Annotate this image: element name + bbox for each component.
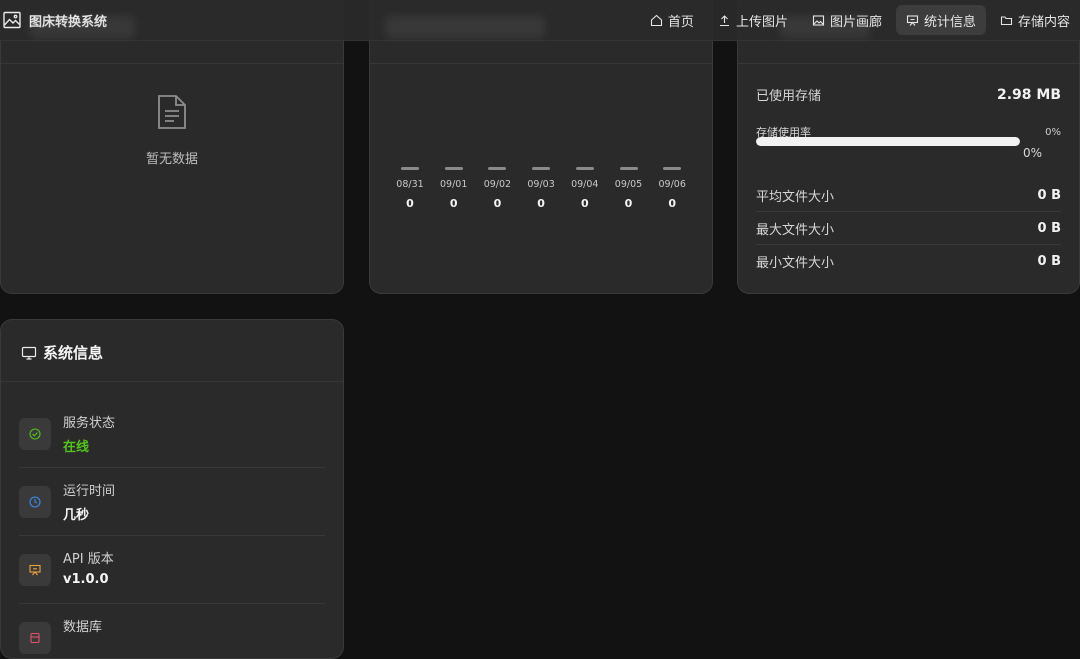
- trend-bar: [575, 167, 594, 170]
- trend-bar: [488, 167, 507, 170]
- storage-card: 已使用存储 2.98 MB 存储使用率 0% 0% 平均文件大小 0 B 最大文…: [737, 0, 1080, 294]
- trend-day-column: 09/01 0: [434, 167, 474, 210]
- system-info-card: 系统信息 服务状态 在线 运行时间 几秒 API 版本 v1.0.0 数据库: [0, 319, 344, 659]
- trend-day-column: 09/05 0: [609, 167, 649, 210]
- trend-date-label: 09/05: [614, 179, 643, 190]
- nav-stats-label: 统计信息: [923, 14, 976, 30]
- nav-stats[interactable]: 统计信息: [895, 5, 986, 35]
- trend-day-column: 09/02 0: [477, 167, 517, 210]
- trend-bar: [401, 167, 419, 170]
- nav-storage[interactable]: 存储内容: [990, 5, 1080, 35]
- document-icon: [156, 94, 188, 130]
- used-storage-label: 已使用存储: [756, 89, 822, 104]
- usage-progress-fill: [756, 137, 1020, 146]
- used-storage-value: 2.98 MB: [996, 86, 1061, 103]
- uptime-icon-box: [19, 486, 51, 518]
- trend-count-value: 0: [406, 197, 414, 210]
- trend-day-column: 08/31 0: [390, 167, 430, 210]
- trend-count-value: 0: [668, 197, 677, 210]
- usage-progress-text: 0%: [1023, 146, 1043, 160]
- nav-links: 首页 上传图片 图片画廊 统计信息 存储内容: [636, 0, 1080, 40]
- trend-bar: [444, 167, 463, 170]
- trend-count-value: 0: [449, 197, 458, 210]
- system-info-header: 系统信息: [21, 342, 103, 363]
- trend-bar: [663, 167, 682, 170]
- stats-icon: [906, 14, 919, 27]
- nav-home[interactable]: 首页: [640, 5, 704, 35]
- uptime-item: 运行时间 几秒: [19, 468, 325, 536]
- database-label: 数据库: [63, 620, 103, 635]
- min-size-label: 最小文件大小: [756, 256, 835, 271]
- card-divider: [738, 63, 1079, 64]
- api-icon: [29, 561, 41, 580]
- avg-size-label: 平均文件大小: [756, 190, 835, 205]
- trend-bar: [619, 167, 638, 170]
- trend-day-column: 09/04 0: [565, 167, 605, 210]
- trend-date-label: 09/04: [571, 179, 599, 190]
- trend-count-value: 0: [537, 197, 545, 210]
- api-version-item: API 版本 v1.0.0: [19, 536, 325, 604]
- database-item: 数据库: [19, 604, 325, 658]
- database-icon-box: [19, 622, 51, 654]
- service-status-label: 服务状态: [63, 416, 116, 431]
- nav-storage-label: 存储内容: [1017, 14, 1070, 30]
- top-navbar: 图床转换系统 首页 上传图片 图片画廊 统计信息 存储内容: [0, 0, 1080, 41]
- trend-date-label: 08/31: [396, 179, 424, 190]
- usage-rate-value: 0%: [1045, 126, 1061, 138]
- service-status-value: 在线: [63, 440, 90, 455]
- trend-count-value: 0: [493, 197, 502, 210]
- used-storage-row: 已使用存储 2.98 MB: [756, 85, 1061, 105]
- usage-progress-bar: [756, 137, 1020, 146]
- card-divider: [1, 381, 343, 382]
- empty-state: 暂无数据: [1, 94, 343, 167]
- folder-icon: [1000, 14, 1013, 27]
- nav-upload[interactable]: 上传图片: [708, 5, 798, 35]
- row-divider: [756, 244, 1061, 245]
- trend-date-label: 09/01: [439, 179, 468, 190]
- image-logo-icon: [2, 10, 22, 30]
- card-divider: [1, 63, 343, 64]
- upload-trend-card: 08/31 0 09/01 0 09/02 0 09/03 0 09/04 0 09/05 0 09/0…: [369, 0, 713, 294]
- trend-bar: [532, 167, 551, 170]
- card-divider: [370, 63, 712, 64]
- min-size-row: 最小文件大小 0 B: [756, 252, 1061, 271]
- avg-size-row: 平均文件大小 0 B: [756, 186, 1061, 205]
- blurred-background-text: [30, 16, 135, 38]
- trend-day-column: 09/06 0: [652, 167, 692, 210]
- trend-day-column: 09/03 0: [521, 167, 561, 210]
- uptime-label: 运行时间: [63, 484, 116, 499]
- trend-date-label: 09/06: [658, 179, 686, 190]
- max-size-value: 0 B: [1037, 221, 1061, 236]
- home-icon: [650, 14, 663, 27]
- avg-size-value: 0 B: [1037, 188, 1061, 203]
- max-size-label: 最大文件大小: [756, 223, 835, 238]
- trend-date-label: 09/02: [483, 179, 512, 190]
- trend-date-label: 09/03: [527, 179, 555, 190]
- upload-icon: [718, 14, 731, 27]
- blurred-background-text: [385, 16, 545, 38]
- min-size-value: 0 B: [1037, 254, 1061, 269]
- database-icon: [29, 629, 41, 648]
- row-divider: [756, 211, 1061, 212]
- gallery-icon: [812, 14, 825, 27]
- max-size-row: 最大文件大小 0 B: [756, 219, 1061, 238]
- nav-home-label: 首页: [667, 14, 694, 30]
- api-version-label: API 版本: [63, 552, 114, 567]
- monitor-icon: [21, 345, 37, 361]
- nav-gallery-label: 图片画廊: [829, 14, 882, 30]
- status-icon-box: [19, 418, 51, 450]
- api-icon-box: [19, 554, 51, 586]
- empty-text: 暂无数据: [145, 152, 198, 167]
- check-circle-icon: [29, 425, 41, 444]
- service-status-item: 服务状态 在线: [19, 400, 325, 468]
- clock-icon: [29, 493, 41, 512]
- uptime-value: 几秒: [63, 508, 90, 523]
- nav-gallery[interactable]: 图片画廊: [802, 5, 892, 35]
- trend-count-value: 0: [624, 197, 633, 210]
- nav-upload-label: 上传图片: [735, 14, 788, 30]
- api-version-value: v1.0.0: [63, 572, 109, 587]
- trend-count-value: 0: [580, 197, 589, 210]
- file-type-card: 暂无数据: [0, 0, 344, 294]
- system-info-title: 系统信息: [43, 344, 104, 362]
